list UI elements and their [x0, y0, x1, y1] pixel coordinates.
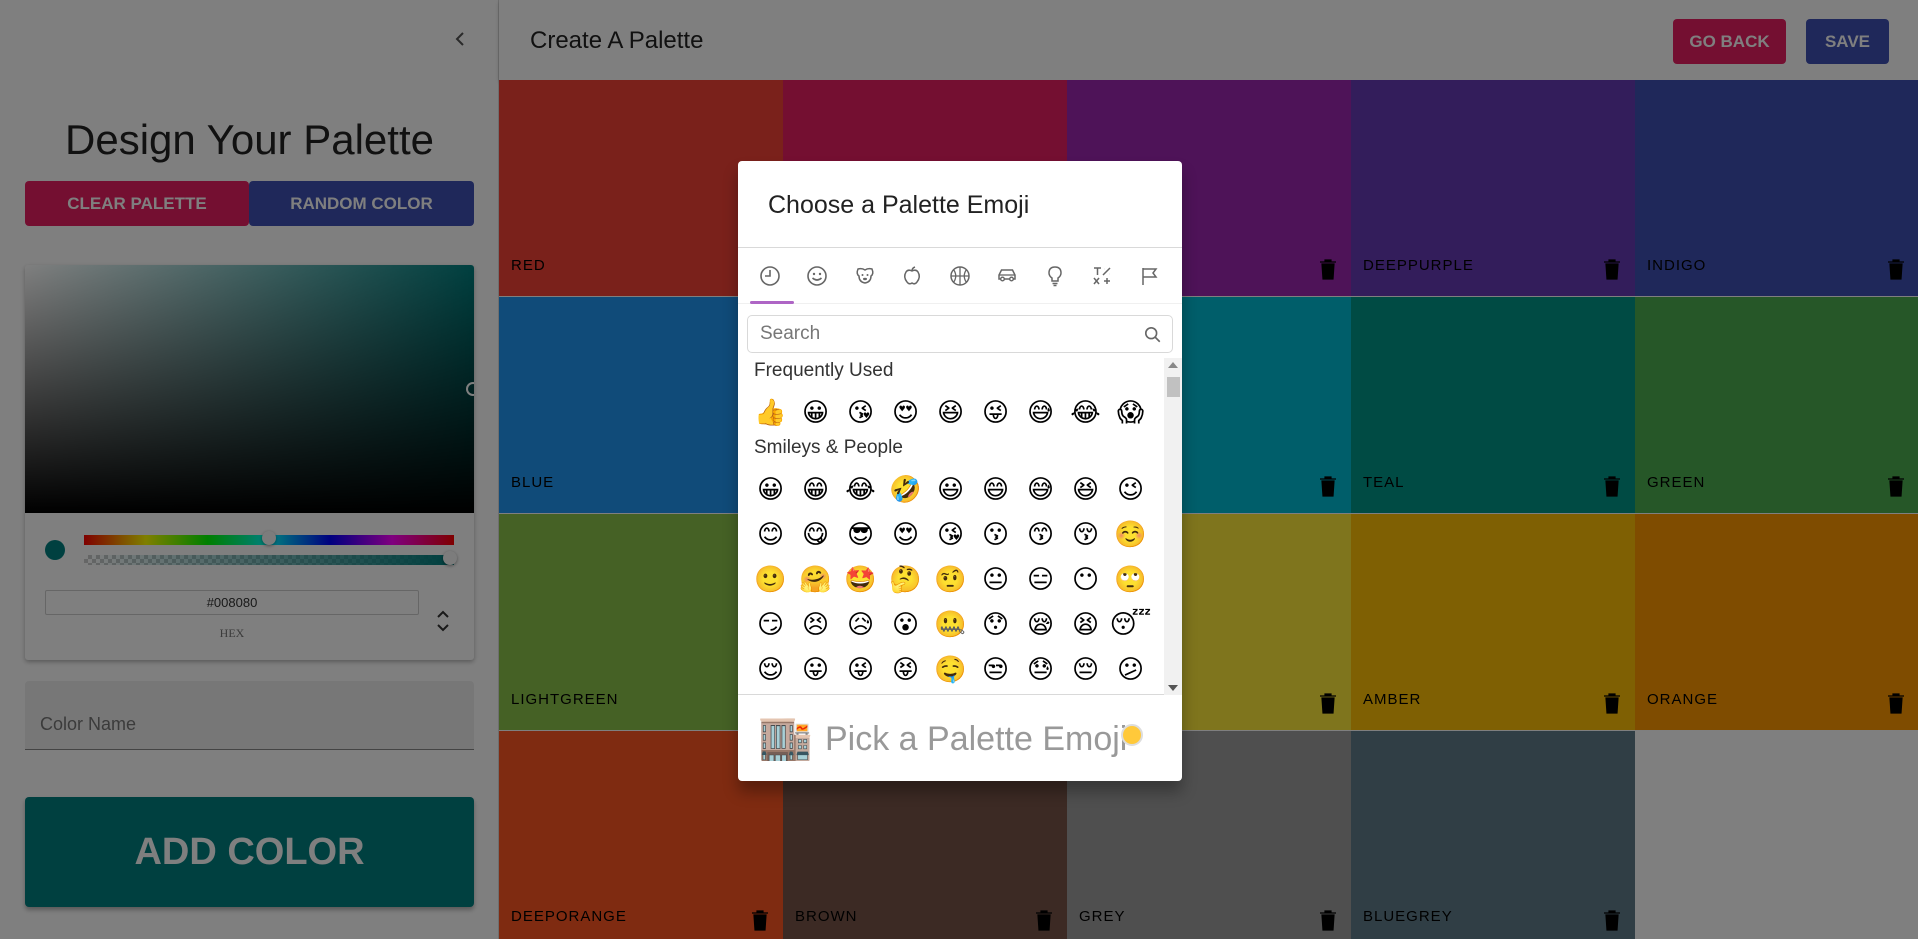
emoji-button[interactable]: 😍 — [883, 390, 928, 435]
emoji-row: 👍 😀 😘 😍 😆 😜 😅 😂 😱 — [738, 390, 1163, 435]
clock-icon — [759, 266, 780, 286]
emoji-button[interactable]: 🙂 — [748, 557, 793, 602]
emoji-button[interactable]: 😶 — [1063, 557, 1108, 602]
emoji-button[interactable]: 😌 — [748, 647, 793, 692]
emoji-button[interactable]: 👍 — [748, 390, 793, 435]
dialog-title: Choose a Palette Emoji — [768, 191, 1030, 219]
emoji-category-label: Frequently Used — [754, 360, 894, 381]
emoji-button[interactable]: 😆 — [928, 390, 973, 435]
scroll-up-icon[interactable] — [1168, 362, 1178, 368]
emoji-button[interactable]: 😉 — [1108, 467, 1153, 512]
emoji-dialog: Choose a Palette Emoji Search Frequently… — [738, 161, 1182, 781]
search-icon — [1144, 326, 1161, 343]
emoji-button[interactable]: 🤩 — [838, 557, 883, 602]
emoji-button[interactable]: 😅 — [1018, 390, 1063, 435]
emoji-button[interactable]: ☺️ — [1108, 512, 1153, 557]
emoji-button[interactable]: 😚 — [1063, 512, 1108, 557]
emoji-category-label: Smileys & People — [754, 437, 903, 458]
emoji-button[interactable]: 😣 — [793, 602, 838, 647]
emoji-button[interactable]: 😮 — [883, 602, 928, 647]
category-tabs — [738, 248, 1182, 304]
tab-animals-nature[interactable] — [841, 248, 889, 304]
emoji-button[interactable]: 🙄 — [1108, 557, 1153, 602]
emoji-row: 😊 😋 😎 😍 😘 😗 😙 😚 ☺️ — [738, 512, 1163, 557]
tab-symbols[interactable] — [1079, 248, 1127, 304]
emoji-button[interactable]: 😏 — [748, 602, 793, 647]
emoji-button[interactable]: 😜 — [838, 647, 883, 692]
emoji-row: 🙂 🤗 🤩 🤔 🤨 😐 😑 😶 🙄 — [738, 557, 1163, 602]
emoji-button[interactable]: 😀 — [748, 467, 793, 512]
emoji-button[interactable]: 😜 — [973, 390, 1018, 435]
tab-smileys-people[interactable] — [794, 248, 842, 304]
tab-travel-places[interactable] — [984, 248, 1032, 304]
emoji-row: 😀 😁 😂 🤣 😃 😄 😅 😆 😉 — [738, 467, 1163, 512]
emoji-button[interactable]: 😅 — [1018, 467, 1063, 512]
emoji-button[interactable]: 😊 — [748, 512, 793, 557]
emoji-picker: Frequently Used👍😀😘😍😆😜😅😂😱Smileys & People… — [738, 247, 1182, 695]
tab-activity[interactable] — [936, 248, 984, 304]
emoji-button[interactable]: 😙 — [1018, 512, 1063, 557]
tab-frequently-used[interactable] — [746, 248, 794, 304]
emoji-button[interactable]: 😎 — [838, 512, 883, 557]
emoji-button[interactable]: 😘 — [928, 512, 973, 557]
emoji-button[interactable]: 😁 — [793, 467, 838, 512]
emoji-button[interactable]: 😥 — [838, 602, 883, 647]
emoji-button[interactable]: 😕 — [1108, 647, 1153, 692]
preview-text: Pick a Palette Emoji — [825, 720, 1128, 758]
scroll-down-icon[interactable] — [1168, 685, 1178, 691]
apple-icon — [904, 266, 921, 285]
emoji-button[interactable]: 😯 — [973, 602, 1018, 647]
emoji-button[interactable]: 🤨 — [928, 557, 973, 602]
emoji-button[interactable]: 😍 — [883, 512, 928, 557]
emoji-preview: 🏬 Pick a Palette Emoji — [738, 695, 1182, 781]
flag-icon — [1142, 268, 1158, 285]
emoji-row: 😏 😣 😥 😮 🤐 😯 😪 😫 😴 — [738, 602, 1163, 647]
basketball-icon — [950, 266, 970, 286]
emoji-button[interactable]: 😆 — [1063, 467, 1108, 512]
emoji-button[interactable]: 😃 — [928, 467, 973, 512]
scrollbar-thumb[interactable] — [1167, 377, 1180, 397]
emoji-button[interactable]: 😗 — [973, 512, 1018, 557]
smiley-icon — [807, 266, 828, 286]
emoji-button[interactable]: 😋 — [793, 512, 838, 557]
car-icon — [998, 269, 1016, 282]
emoji-button[interactable]: 😀 — [793, 390, 838, 435]
emoji-button[interactable]: 😂 — [1063, 390, 1108, 435]
emoji-button[interactable]: 😛 — [793, 647, 838, 692]
emoji-button[interactable]: 😝 — [883, 647, 928, 692]
emoji-button[interactable]: 🤤 — [928, 647, 973, 692]
emoji-button[interactable]: 🤣 — [883, 467, 928, 512]
emoji-search-input[interactable] — [748, 316, 1172, 352]
emoji-button[interactable]: 🤔 — [883, 557, 928, 602]
dog-icon — [856, 267, 874, 284]
emoji-button[interactable]: 😫 — [1063, 602, 1108, 647]
emoji-button[interactable]: 🤐 — [928, 602, 973, 647]
emoji-button[interactable]: 😪 — [1018, 602, 1063, 647]
preview-emoji: 🏬 — [758, 713, 813, 762]
emoji-list: Frequently Used 👍 😀 😘 😍 😆 😜 😅 😂 😱 Smileys & People… — [738, 358, 1163, 695]
emoji-button[interactable]: 😘 — [838, 390, 883, 435]
tab-objects[interactable] — [1031, 248, 1079, 304]
tab-food-drink[interactable] — [889, 248, 937, 304]
emoji-button[interactable]: 😐 — [973, 557, 1018, 602]
emoji-button[interactable]: 😔 — [1063, 647, 1108, 692]
lightbulb-icon — [1047, 266, 1062, 287]
emoji-button[interactable]: 😑 — [1018, 557, 1063, 602]
emoji-button[interactable]: 😴 — [1108, 602, 1153, 647]
emoji-button[interactable]: 😱 — [1108, 390, 1153, 435]
skin-tone-selector[interactable] — [1121, 724, 1143, 746]
tab-flags[interactable] — [1126, 248, 1174, 304]
emoji-row: 😌 😛 😜 😝 🤤 😒 😓 😔 😕 — [738, 647, 1163, 692]
emoji-search[interactable] — [747, 315, 1173, 353]
emoji-button[interactable]: 😓 — [1018, 647, 1063, 692]
emoji-scrollbar[interactable] — [1164, 358, 1182, 695]
emoji-button[interactable]: 😒 — [973, 647, 1018, 692]
symbols-icon — [1093, 267, 1111, 285]
emoji-button[interactable]: 😂 — [838, 467, 883, 512]
emoji-button[interactable]: 🤗 — [793, 557, 838, 602]
emoji-button[interactable]: 😄 — [973, 467, 1018, 512]
